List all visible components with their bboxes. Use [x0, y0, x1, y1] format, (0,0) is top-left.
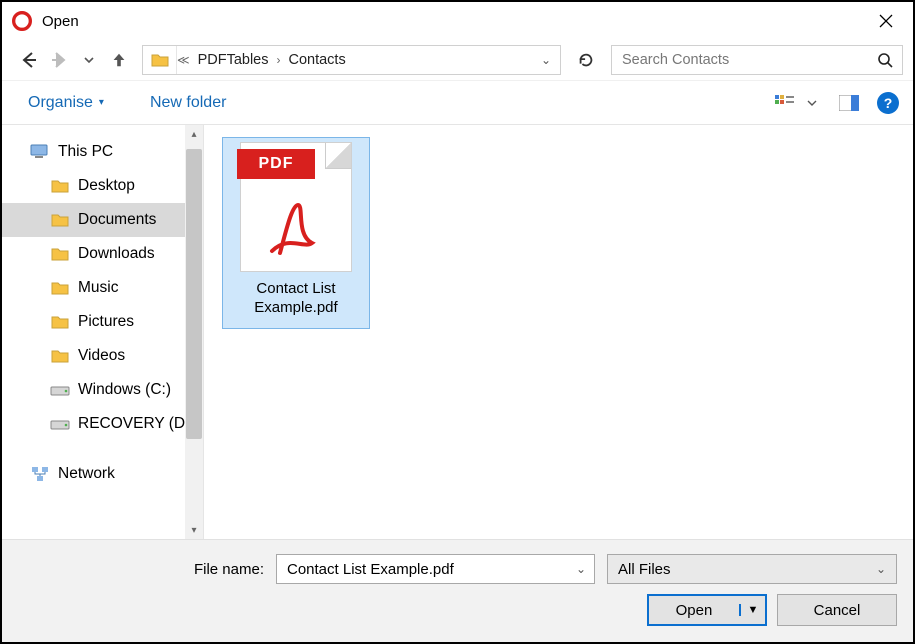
titlebar: Open: [2, 2, 913, 40]
recent-dropdown-icon[interactable]: [76, 47, 102, 73]
chevron-down-icon: ⌄: [876, 562, 886, 576]
search-icon[interactable]: [868, 52, 902, 68]
dialog-footer: File name: ⌄ All Files ⌄ Open ▼ Cancel: [2, 539, 913, 642]
drive-icon: [50, 381, 70, 399]
search-box[interactable]: [611, 45, 903, 75]
toolbar: Organise ▾ New folder ?: [2, 80, 913, 124]
tree-label: Windows (C:): [78, 381, 171, 399]
tree-label: Pictures: [78, 313, 134, 331]
breadcrumb-1[interactable]: Contacts: [280, 52, 353, 68]
tree-label: This PC: [58, 143, 113, 161]
chevron-down-icon[interactable]: ⌄: [568, 562, 594, 576]
window-title: Open: [42, 13, 79, 30]
pdf-badge: PDF: [237, 149, 315, 179]
tree-scrollbar[interactable]: ▴ ▾: [185, 125, 203, 539]
dialog-body: This PC Desktop Documents Downloads Music Pi…: [2, 124, 913, 539]
tree-item-pictures[interactable]: Pictures: [2, 305, 203, 339]
network-icon: [30, 465, 50, 483]
tree-label: Videos: [78, 347, 125, 365]
back-button[interactable]: [16, 47, 42, 73]
folder-icon: [50, 245, 70, 263]
nav-row: ≪ PDFTables › Contacts ⌄: [2, 40, 913, 80]
preview-pane-icon[interactable]: [837, 91, 861, 115]
tree-item-recovery-d-[interactable]: RECOVERY (D:): [2, 407, 203, 441]
tree-label: Desktop: [78, 177, 135, 195]
tree-label: Documents: [78, 211, 156, 229]
folder-icon: [50, 279, 70, 297]
new-folder-button[interactable]: New folder: [150, 94, 226, 112]
file-type-filter[interactable]: All Files ⌄: [607, 554, 897, 584]
forward-button: [46, 47, 72, 73]
chevron-down-icon: ▾: [99, 97, 104, 108]
file-item[interactable]: PDF Contact List Example.pdf: [222, 137, 370, 329]
tree-label: Network: [58, 465, 115, 483]
scroll-down-icon[interactable]: ▾: [185, 521, 203, 539]
close-button[interactable]: [863, 5, 909, 37]
folder-icon: [50, 347, 70, 365]
tree-item-documents[interactable]: Documents: [2, 203, 203, 237]
organise-button[interactable]: Organise ▾: [28, 94, 104, 112]
acrobat-icon: [241, 195, 351, 257]
folder-icon: [50, 177, 70, 195]
breadcrumb-0[interactable]: PDFTables: [190, 52, 277, 68]
tree-this-pc[interactable]: This PC: [2, 135, 203, 169]
filename-label: File name:: [18, 561, 276, 578]
tree-item-videos[interactable]: Videos: [2, 339, 203, 373]
file-name: Contact List Example.pdf: [227, 280, 365, 324]
refresh-button[interactable]: [571, 45, 601, 75]
scroll-thumb[interactable]: [186, 149, 202, 439]
folder-icon: [143, 46, 177, 74]
folder-icon: [50, 313, 70, 331]
cancel-button[interactable]: Cancel: [777, 594, 897, 626]
chevron-right-icon: ≪: [177, 53, 190, 67]
breadcrumb-bar[interactable]: ≪ PDFTables › Contacts ⌄: [142, 45, 561, 75]
tree-item-music[interactable]: Music: [2, 271, 203, 305]
open-split-dropdown[interactable]: ▼: [739, 604, 765, 616]
pdf-thumbnail: PDF: [240, 142, 352, 272]
opera-icon: [12, 11, 32, 31]
filename-input[interactable]: [277, 555, 568, 583]
tree-network[interactable]: Network: [2, 457, 203, 491]
tree-label: Music: [78, 279, 118, 297]
open-button[interactable]: Open ▼: [647, 594, 767, 626]
help-button[interactable]: ?: [877, 92, 899, 114]
nav-tree: This PC Desktop Documents Downloads Music Pi…: [2, 125, 204, 539]
open-label: Open: [649, 602, 739, 619]
file-pane[interactable]: PDF Contact List Example.pdf: [204, 125, 913, 539]
filename-combo[interactable]: ⌄: [276, 554, 595, 584]
cancel-label: Cancel: [814, 602, 861, 619]
organise-label: Organise: [28, 94, 93, 112]
open-dialog: Open ≪ PDFTables › Contacts ⌄: [0, 0, 915, 644]
page-fold-icon: [325, 143, 351, 169]
new-folder-label: New folder: [150, 94, 226, 112]
tree-item-desktop[interactable]: Desktop: [2, 169, 203, 203]
tree-item-downloads[interactable]: Downloads: [2, 237, 203, 271]
view-options-icon[interactable]: [773, 91, 797, 115]
tree-label: RECOVERY (D:): [78, 415, 195, 433]
pc-icon: [30, 143, 50, 161]
drive-icon: [50, 415, 70, 433]
scroll-up-icon[interactable]: ▴: [185, 125, 203, 143]
tree-item-windows-c-[interactable]: Windows (C:): [2, 373, 203, 407]
chevron-down-icon[interactable]: [805, 91, 819, 115]
chevron-down-icon[interactable]: ⌄: [532, 53, 560, 67]
tree-label: Downloads: [78, 245, 155, 263]
search-input[interactable]: [612, 46, 868, 74]
up-button[interactable]: [106, 47, 132, 73]
folder-icon: [50, 211, 70, 229]
filter-label: All Files: [618, 561, 671, 578]
